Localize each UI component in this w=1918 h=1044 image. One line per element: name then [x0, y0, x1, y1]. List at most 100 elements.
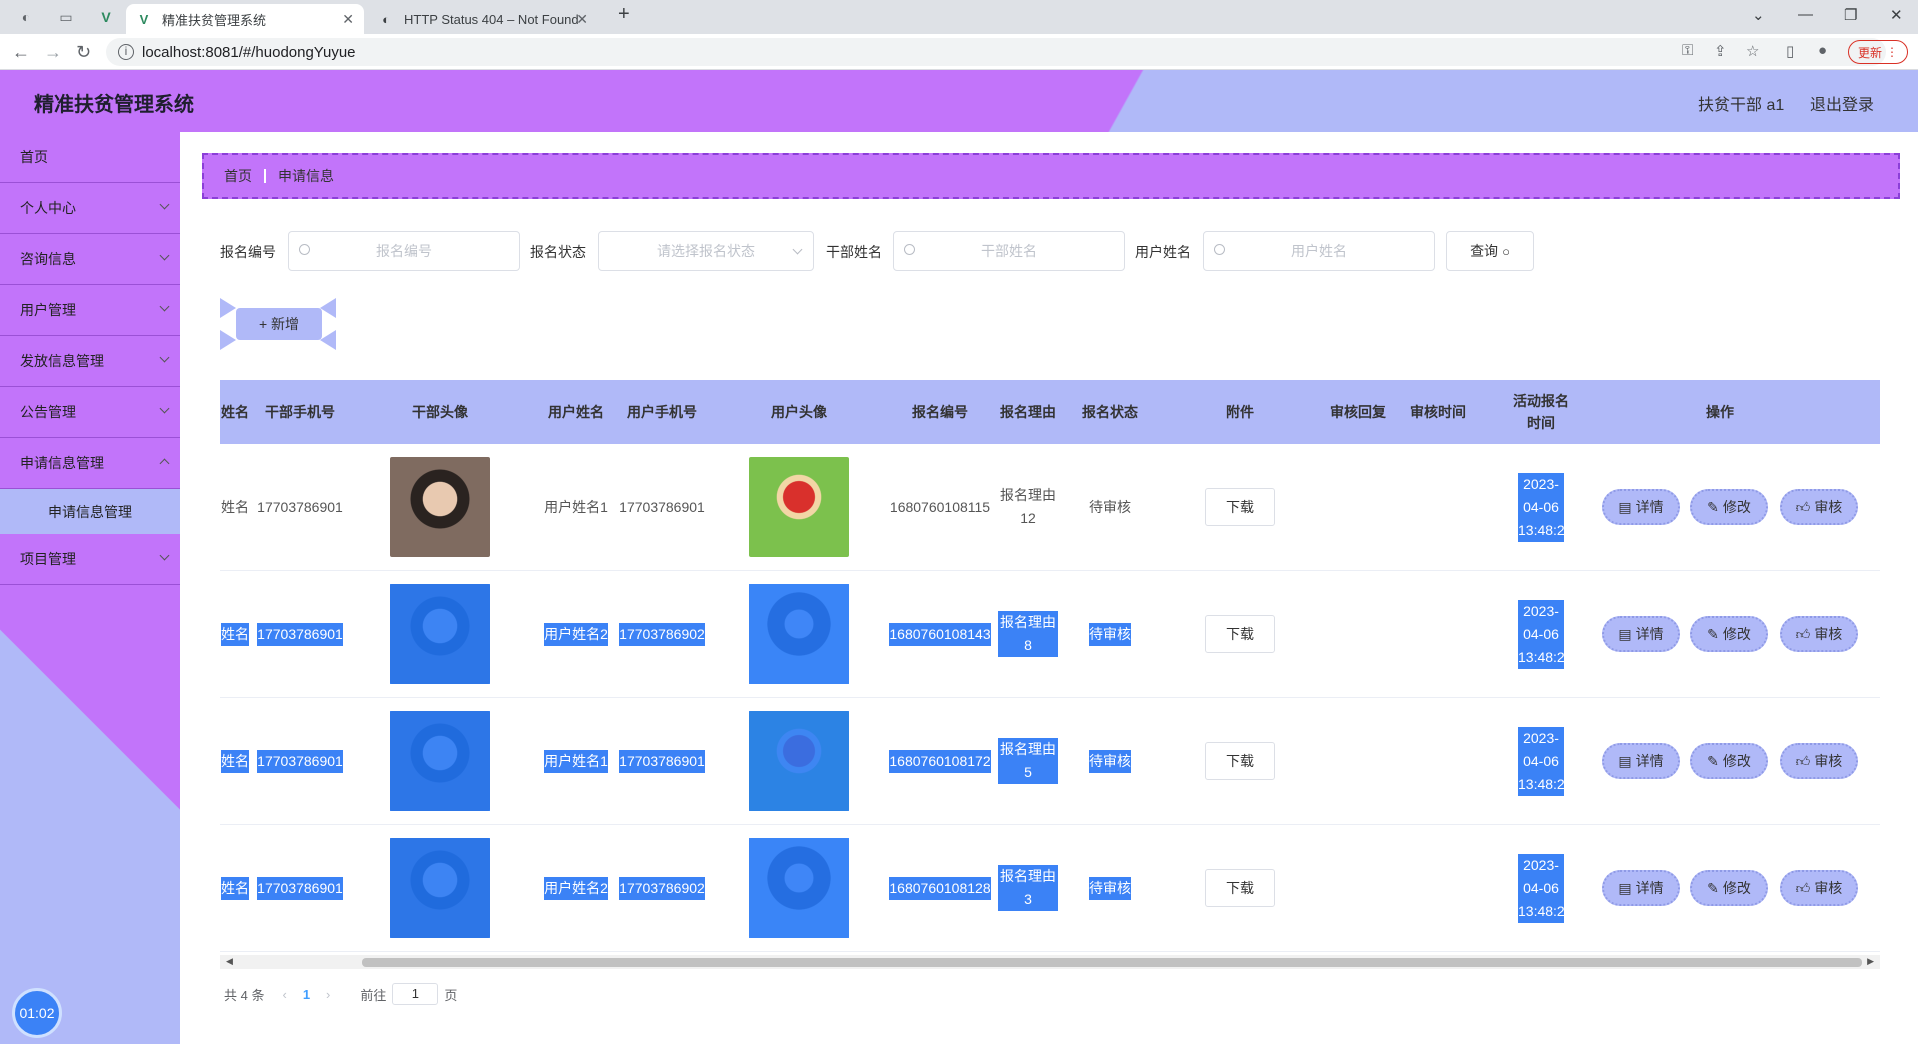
- sidebar-item-project[interactable]: 项目管理: [0, 534, 180, 585]
- download-button[interactable]: 下载: [1205, 869, 1275, 907]
- user-name-input[interactable]: 用户姓名: [1203, 231, 1435, 271]
- cell-cadre-name: 姓名: [220, 444, 250, 570]
- vue-icon[interactable]: V: [96, 7, 116, 27]
- chevron-down-icon: [159, 403, 170, 414]
- detail-button[interactable]: ▤ 详情: [1602, 616, 1680, 652]
- goto-page-input[interactable]: 1: [392, 983, 439, 1005]
- tab-active[interactable]: V 精准扶贫管理系统 ✕: [126, 4, 364, 34]
- cell-text: 报名理由8: [998, 611, 1058, 657]
- download-button[interactable]: 下载: [1205, 615, 1275, 653]
- download-button[interactable]: 下载: [1205, 488, 1275, 526]
- sidebar-item-users[interactable]: 用户管理: [0, 285, 180, 336]
- info-icon[interactable]: i: [118, 44, 134, 60]
- cell-user-avatar: [749, 825, 849, 951]
- scroll-left-icon[interactable]: ◀: [226, 956, 233, 967]
- cell-text: 姓名: [221, 622, 249, 646]
- restore-icon[interactable]: ❐: [1844, 6, 1857, 24]
- cell-user-phone: 17703786901: [619, 698, 705, 824]
- sidebar-item-profile[interactable]: 个人中心: [0, 183, 180, 234]
- forward-icon[interactable]: →: [44, 42, 62, 63]
- sidebar-item-application[interactable]: 申请信息管理: [0, 438, 180, 489]
- review-button[interactable]: 👍︎ 审核: [1780, 870, 1858, 906]
- cell-code: 1680760108143: [889, 571, 991, 697]
- sidebar-subitem-application[interactable]: 申请信息管理: [0, 489, 180, 534]
- add-button[interactable]: + 新增: [220, 298, 336, 350]
- url-field[interactable]: i localhost:8081/#/huodongYuyue: [106, 38, 1886, 66]
- review-button[interactable]: 👍︎ 审核: [1780, 743, 1858, 779]
- th-user-avatar: 用户头像: [771, 404, 827, 420]
- cell-text: 2023-04-06 13:48:28: [1518, 599, 1573, 669]
- tab-icon[interactable]: ▭: [56, 7, 76, 27]
- minimize-icon[interactable]: —: [1798, 6, 1813, 23]
- chevron-down-icon: [159, 352, 170, 363]
- close-window-icon[interactable]: ✕: [1890, 6, 1903, 24]
- status-select[interactable]: 请选择报名状态: [598, 231, 814, 271]
- close-icon[interactable]: ✕: [576, 11, 588, 28]
- op-label: 详情: [1635, 753, 1664, 769]
- cell-text: 用户姓名2: [544, 622, 608, 646]
- cell-reason: 报名理由5: [988, 698, 1068, 824]
- logout-link[interactable]: 退出登录: [1810, 91, 1874, 115]
- close-icon[interactable]: ✕: [342, 11, 354, 28]
- sidebar-item-distribution[interactable]: 发放信息管理: [0, 336, 180, 387]
- prev-page-icon[interactable]: ‹: [282, 987, 286, 1002]
- scroll-right-icon[interactable]: ▶: [1867, 956, 1874, 967]
- update-button[interactable]: 更新 ⋮: [1848, 40, 1908, 64]
- cell-text: 1680760108172: [889, 749, 991, 773]
- cell-status: 待审核: [1068, 444, 1152, 570]
- avatar: [749, 711, 849, 811]
- new-tab-icon[interactable]: +: [618, 3, 630, 26]
- update-label: 更新: [1857, 45, 1882, 60]
- edit-button[interactable]: ✎ 修改: [1690, 489, 1768, 525]
- sidebar-item-notice[interactable]: 公告管理: [0, 387, 180, 438]
- scrollbar-thumb[interactable]: [362, 958, 1862, 967]
- cell-review-time: [1396, 444, 1480, 570]
- cadre-name-label: 干部姓名: [826, 244, 882, 260]
- sidepanel-icon[interactable]: ▯: [1786, 42, 1794, 60]
- key-icon[interactable]: ⚿: [1682, 42, 1693, 59]
- sidebar-item-home[interactable]: 首页: [0, 132, 180, 183]
- edit-button[interactable]: ✎ 修改: [1690, 743, 1768, 779]
- code-search-input[interactable]: 报名编号: [288, 231, 520, 271]
- cell-user-phone: 17703786901: [619, 444, 705, 570]
- thumb-up-icon: 👍︎: [1795, 625, 1811, 642]
- th-reply: 审核回复: [1330, 404, 1386, 420]
- cell-cadre-avatar: [390, 698, 490, 824]
- edit-button[interactable]: ✎ 修改: [1690, 616, 1768, 652]
- cell-code: 1680760108172: [889, 698, 991, 824]
- detail-button[interactable]: ▤ 详情: [1602, 489, 1680, 525]
- review-button[interactable]: 👍︎ 审核: [1780, 489, 1858, 525]
- detail-button[interactable]: ▤ 详情: [1602, 743, 1680, 779]
- browser-tabbar: ◐ ▭ V V 精准扶贫管理系统 ✕ ◐ HTTP Status 404 – N…: [0, 0, 1918, 34]
- cell-reply: [1316, 825, 1400, 951]
- breadcrumb-home[interactable]: 首页: [224, 166, 252, 186]
- page-number[interactable]: 1: [303, 987, 310, 1002]
- share-icon[interactable]: ⇪: [1714, 42, 1727, 60]
- tab-404[interactable]: ◐ HTTP Status 404 – Not Found ✕: [368, 4, 598, 34]
- next-page-icon[interactable]: ›: [326, 987, 330, 1002]
- profile-icon[interactable]: ●: [1818, 42, 1827, 59]
- cell-code: 1680760108115: [890, 444, 990, 570]
- th-reason: 报名理由: [1000, 404, 1056, 420]
- detail-button[interactable]: ▤ 详情: [1602, 870, 1680, 906]
- cell-text: 报名理由3: [998, 865, 1058, 911]
- cell-activity-time: 2023-04-06 13:48:28: [1510, 571, 1573, 697]
- cell-cadre-name: 姓名: [220, 698, 250, 824]
- cell-text: 17703786901: [619, 749, 705, 773]
- cell-user-name: 用户姓名1: [544, 444, 608, 570]
- chevron-down-icon[interactable]: ⌄: [1752, 6, 1765, 24]
- cell-text: 2023-04-06 13:48:28: [1518, 472, 1573, 542]
- horizontal-scrollbar[interactable]: ◀ ▶: [220, 955, 1880, 969]
- sidebar-item-consult[interactable]: 咨询信息: [0, 234, 180, 285]
- chevron-down-icon: [159, 550, 170, 561]
- star-icon[interactable]: ☆: [1746, 42, 1759, 60]
- cadre-name-input[interactable]: 干部姓名: [893, 231, 1125, 271]
- edit-button[interactable]: ✎ 修改: [1690, 870, 1768, 906]
- globe-icon[interactable]: ◐: [16, 7, 36, 27]
- op-label: 详情: [1635, 626, 1664, 642]
- download-button[interactable]: 下载: [1205, 742, 1275, 780]
- review-button[interactable]: 👍︎ 审核: [1780, 616, 1858, 652]
- query-button[interactable]: 查询 ○: [1446, 231, 1534, 271]
- reload-icon[interactable]: ↻: [76, 42, 91, 63]
- back-icon[interactable]: ←: [12, 42, 30, 63]
